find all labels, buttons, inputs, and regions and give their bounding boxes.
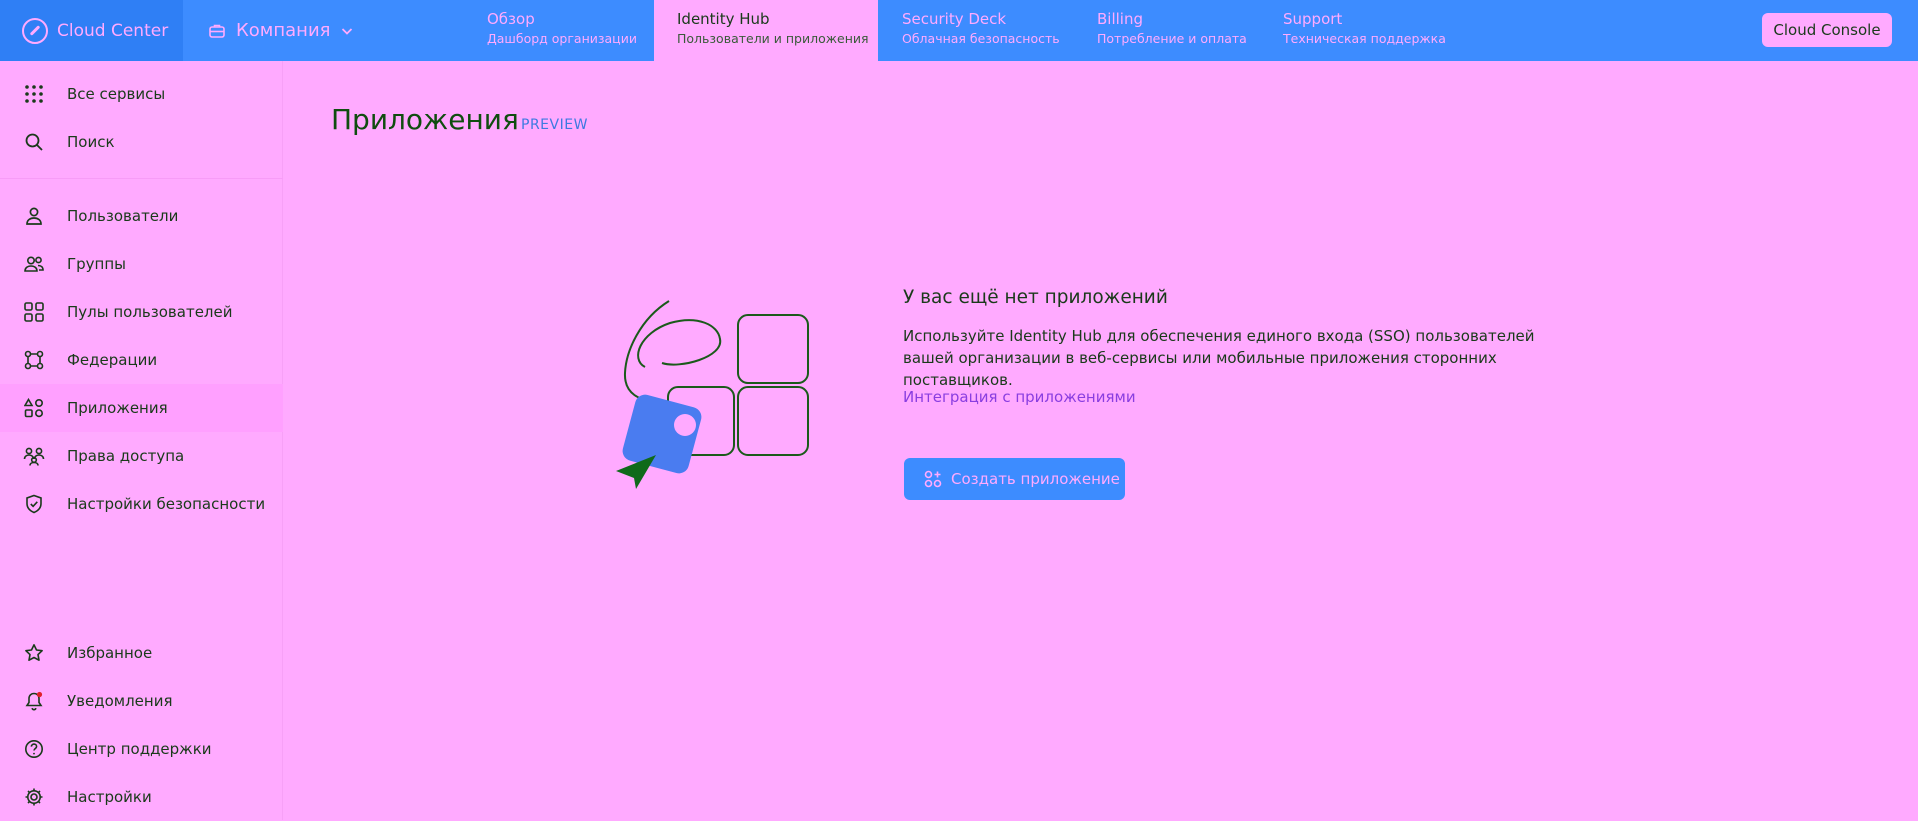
tab-subtitle: Облачная безопасность <box>902 31 1060 46</box>
empty-state-title: У вас ещё нет приложений <box>903 287 1168 308</box>
sidebar-item-label: Центр поддержки <box>67 740 212 758</box>
top-bar: Cloud Center Компания Обзор Дашборд орга… <box>0 0 1918 61</box>
access-icon <box>22 444 46 468</box>
bell-icon <box>22 689 46 713</box>
gear-icon <box>22 785 46 809</box>
tab-billing[interactable]: Billing Потребление и оплата <box>1097 0 1247 61</box>
sidebar-item-label: Права доступа <box>67 447 185 465</box>
sidebar: Все сервисы Поиск Пользователи Группы Пу… <box>0 61 283 820</box>
sidebar-item-label: Федерации <box>67 351 158 369</box>
sidebar-item-label: Настройки безопасности <box>67 495 266 513</box>
user-pool-icon <box>22 300 46 324</box>
tab-subtitle: Потребление и оплата <box>1097 31 1247 46</box>
sidebar-item-security-settings[interactable]: Настройки безопасности <box>0 480 283 528</box>
sidebar-item-groups[interactable]: Группы <box>0 240 283 288</box>
grid-icon <box>22 82 46 106</box>
brand-name: Cloud Center <box>57 20 169 41</box>
tab-overview[interactable]: Обзор Дашборд организации <box>487 0 637 61</box>
tab-support[interactable]: Support Техническая поддержка <box>1283 0 1446 61</box>
tab-subtitle: Техническая поддержка <box>1283 31 1446 46</box>
tab-title: Support <box>1283 10 1343 28</box>
page-title: Приложения <box>331 103 519 136</box>
sidebar-item-notifications[interactable]: Уведомления <box>0 677 283 725</box>
sidebar-item-all-services[interactable]: Все сервисы <box>0 70 283 118</box>
search-icon <box>22 130 46 154</box>
sidebar-item-label: Пулы пользователей <box>67 303 233 321</box>
sidebar-item-support-center[interactable]: Центр поддержки <box>0 725 283 773</box>
briefcase-icon <box>209 24 225 38</box>
sidebar-item-applications[interactable]: Приложения <box>0 384 283 432</box>
cloud-logo-icon <box>22 17 48 44</box>
sidebar-item-label: Поиск <box>67 133 115 151</box>
sidebar-item-label: Избранное <box>67 644 153 662</box>
star-icon <box>22 641 46 665</box>
users-icon <box>22 252 46 276</box>
user-icon <box>22 204 46 228</box>
sidebar-item-access-rights[interactable]: Права доступа <box>0 432 283 480</box>
sidebar-item-label: Пользователи <box>67 207 179 225</box>
help-icon <box>22 737 46 761</box>
sidebar-item-user-pools[interactable]: Пулы пользователей <box>0 288 283 336</box>
apps-icon <box>22 396 46 420</box>
preview-badge: PREVIEW <box>521 117 588 133</box>
create-application-button[interactable]: Создать приложение <box>904 458 1125 500</box>
empty-state-illustration <box>616 300 809 489</box>
tab-title: Identity Hub <box>677 10 770 28</box>
tab-title: Billing <box>1097 10 1143 28</box>
sidebar-item-label: Приложения <box>67 399 168 417</box>
tab-title: Security Deck <box>902 10 1007 28</box>
sidebar-item-label: Все сервисы <box>67 85 166 103</box>
tab-security-deck[interactable]: Security Deck Облачная безопасность <box>902 0 1060 61</box>
tab-title: Обзор <box>487 10 535 28</box>
tab-subtitle: Пользователи и приложения <box>677 31 869 46</box>
sidebar-item-settings[interactable]: Настройки <box>0 773 283 821</box>
tab-identity-hub[interactable]: Identity Hub Пользователи и приложения <box>654 0 878 61</box>
brand[interactable]: Cloud Center <box>0 0 183 61</box>
sidebar-item-users[interactable]: Пользователи <box>0 192 283 240</box>
chevron-down-icon <box>342 27 353 35</box>
cloud-console-button[interactable]: Cloud Console <box>1762 13 1892 47</box>
sidebar-divider <box>0 178 283 179</box>
sidebar-item-search[interactable]: Поиск <box>0 118 283 166</box>
sidebar-item-favorites[interactable]: Избранное <box>0 629 283 677</box>
sidebar-item-federations[interactable]: Федерации <box>0 336 283 384</box>
empty-state-description: Используйте Identity Hub для обеспечения… <box>903 327 1535 389</box>
apps-plus-icon <box>924 470 942 488</box>
federation-icon <box>22 348 46 372</box>
create-application-label: Создать приложение <box>951 470 1120 488</box>
shield-icon <box>22 492 46 516</box>
sidebar-item-label: Группы <box>67 255 127 273</box>
integration-link[interactable]: Интеграция с приложениями <box>903 388 1136 406</box>
sidebar-item-label: Уведомления <box>67 692 173 710</box>
company-label: Компания <box>236 20 331 41</box>
tab-subtitle: Дашборд организации <box>487 31 637 46</box>
sidebar-item-label: Настройки <box>67 788 152 806</box>
company-selector[interactable]: Компания <box>208 0 364 61</box>
